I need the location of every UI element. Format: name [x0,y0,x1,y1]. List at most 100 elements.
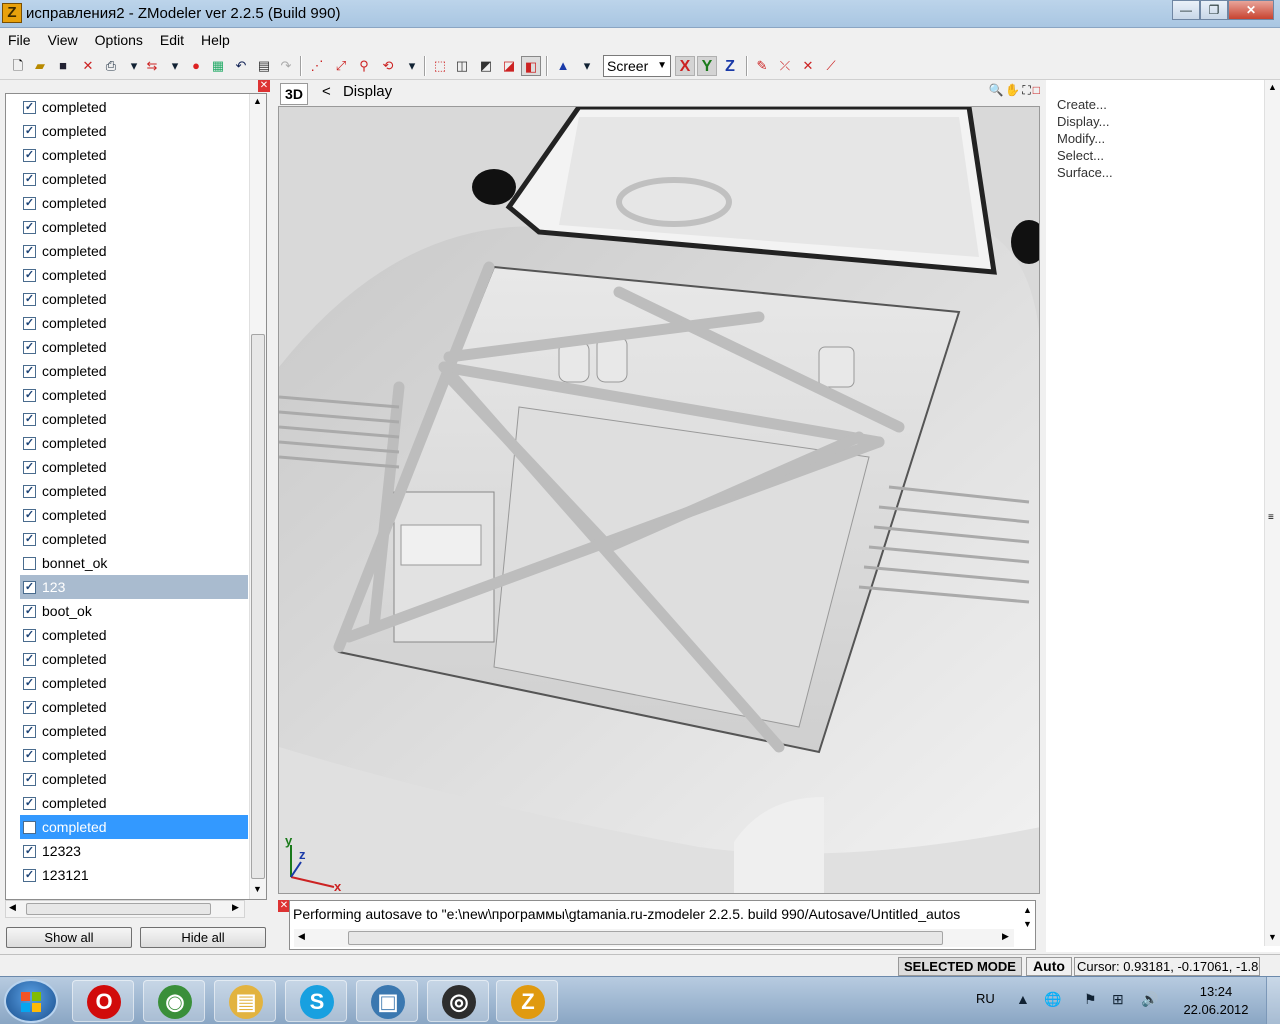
maximize-button[interactable]: ❐ [1200,0,1228,20]
list-item[interactable]: ✓ completed [20,335,248,359]
maximize-viewport-icon[interactable]: □ [1033,83,1040,98]
list-item[interactable]: ✓ completed [20,671,248,695]
list-item[interactable]: ✓ completed [20,311,248,335]
menu-options[interactable]: Options [87,28,152,48]
list-item[interactable]: bonnet_ok [20,551,248,575]
save-icon[interactable]: ■ [53,56,73,76]
app-icon[interactable]: Z [2,3,22,23]
notes-icon[interactable]: ▤ [254,56,274,76]
axis-z-toggle[interactable]: Z [720,56,740,76]
display-breadcrumb[interactable]: < Display [322,83,392,100]
list-item[interactable]: ✓ completed [20,359,248,383]
coordinate-system-select[interactable]: Screer ▼ [603,55,671,77]
globe-icon[interactable]: 🌐 [1044,991,1061,1008]
pan-hand-icon[interactable]: ✋ [1005,83,1020,98]
taskbar-app-skype[interactable]: S [285,980,347,1022]
list-item[interactable]: ✓ 123121 [20,863,248,887]
taskbar-app-photo-viewer[interactable]: ▣ [356,980,418,1022]
menu-view[interactable]: View [40,28,87,48]
3d-viewport[interactable]: y z x [278,106,1040,894]
command-surface[interactable]: Surface... [1057,165,1113,180]
scroll-left-icon[interactable]: ◀ [298,931,305,942]
taskbar-app-chrome[interactable]: ◉ [143,980,205,1022]
list-item[interactable]: ✓ completed [20,719,248,743]
list-item[interactable]: ✓ boot_ok [20,599,248,623]
list-item[interactable]: ✓ completed [20,479,248,503]
merge-dropdown-icon[interactable]: ▾ [165,56,185,76]
box-mode-icon[interactable]: ◧ [521,56,541,76]
list-item[interactable]: ✓ completed [20,407,248,431]
mirror-x-icon[interactable]: ⤫ [775,56,795,76]
object-list[interactable]: ▲ ▼ ✓ completed ✓ completed ✓ completed ✓ compl… [5,93,267,900]
pivot-icon[interactable]: ▲ [553,56,573,76]
back-arrow-icon[interactable]: < [322,83,331,100]
visibility-checkbox[interactable]: ✓ [23,700,36,714]
move-tool-icon[interactable]: ⚲ [354,56,374,76]
scrollbar-grip-icon[interactable]: ≡ [1268,512,1274,523]
group-mode-icon[interactable]: ◪ [499,56,519,76]
taskbar-app-zmodeler[interactable]: Z [496,980,558,1022]
axis-y-toggle[interactable]: Y [697,56,717,76]
visibility-checkbox[interactable]: ✓ [23,724,36,738]
language-indicator[interactable]: RU [976,991,995,1006]
scroll-down-icon[interactable]: ▼ [1268,932,1277,942]
scroll-down-icon[interactable]: ▼ [253,884,262,894]
list-item[interactable]: ✓ completed [20,791,248,815]
command-modify[interactable]: Modify... [1057,131,1105,146]
scroll-right-icon[interactable]: ▶ [1002,931,1009,942]
command-select[interactable]: Select... [1057,148,1104,163]
visibility-checkbox[interactable]: ✓ [23,196,36,210]
vertex-mode-icon[interactable]: ⬚ [430,56,450,76]
material-editor-icon[interactable]: ▦ [208,56,228,76]
start-button[interactable] [4,979,58,1023]
visibility-checkbox[interactable]: ✓ [23,868,36,882]
list-item[interactable]: ✓ completed [20,191,248,215]
list-item[interactable]: ✓ completed [20,695,248,719]
visibility-checkbox[interactable]: ✓ [23,244,36,258]
list-item[interactable]: ✓ completed [20,143,248,167]
list-item[interactable]: ✓ completed [20,455,248,479]
list-item[interactable]: ✓ completed [20,119,248,143]
menu-help[interactable]: Help [193,28,239,48]
undo-icon[interactable]: ↶ [231,56,251,76]
visibility-checkbox[interactable]: ✓ [23,172,36,186]
scroll-left-icon[interactable]: ◀ [9,902,16,913]
visibility-checkbox[interactable]: ✓ [23,676,36,690]
vertical-scrollbar[interactable]: ▲ ≡ ▼ [1264,80,1280,946]
zoom-extents-icon[interactable]: ⛶ [1022,83,1030,98]
vertical-scrollbar[interactable]: ▲ ▼ [249,94,266,899]
zoom-icon[interactable]: 🔍 [988,83,1003,98]
list-item[interactable]: ✓ completed [20,623,248,647]
visibility-checkbox[interactable]: ✓ [23,748,36,762]
visibility-checkbox[interactable]: ✓ [23,484,36,498]
network-icon[interactable]: ⊞ [1112,991,1124,1008]
select-vertex-icon[interactable]: ⋰ [307,56,327,76]
import-icon[interactable]: ⎙ [101,56,121,76]
list-item[interactable]: ✓ completed [20,263,248,287]
visibility-checkbox[interactable]: ✓ [23,340,36,354]
axis-x-toggle[interactable]: X [675,56,695,76]
visibility-checkbox[interactable]: ✓ [23,124,36,138]
volume-icon[interactable]: 🔊 [1141,991,1158,1008]
visibility-checkbox[interactable]: ✓ [23,100,36,114]
visibility-checkbox[interactable]: ✓ [23,508,36,522]
scrollbar-thumb[interactable] [26,903,211,915]
open-folder-icon[interactable]: ▰ [30,56,50,76]
flag-icon[interactable]: ⚑ [1084,991,1097,1008]
scroll-down-icon[interactable]: ▼ [1023,919,1032,929]
pivot-dropdown-icon[interactable]: ▾ [577,56,597,76]
visibility-checkbox[interactable]: ✓ [23,628,36,642]
visibility-checkbox[interactable]: ✓ [23,268,36,282]
taskbar-app-explorer[interactable]: ▤ [214,980,276,1022]
rotate-tool-icon[interactable]: ⟲ [378,56,398,76]
visibility-checkbox[interactable]: ✓ [23,436,36,450]
list-item[interactable]: ✓ completed [20,647,248,671]
visibility-checkbox[interactable]: ✓ [23,772,36,786]
visibility-checkbox[interactable]: ✓ [23,460,36,474]
view-mode-tag[interactable]: 3D [280,83,308,105]
scrollbar-thumb[interactable] [348,931,943,945]
taskbar-app-3dsmax[interactable]: ◎ [427,980,489,1022]
record-icon[interactable]: ● [186,56,206,76]
scrollbar-thumb[interactable] [251,334,265,879]
list-item[interactable]: ✓ completed [20,383,248,407]
